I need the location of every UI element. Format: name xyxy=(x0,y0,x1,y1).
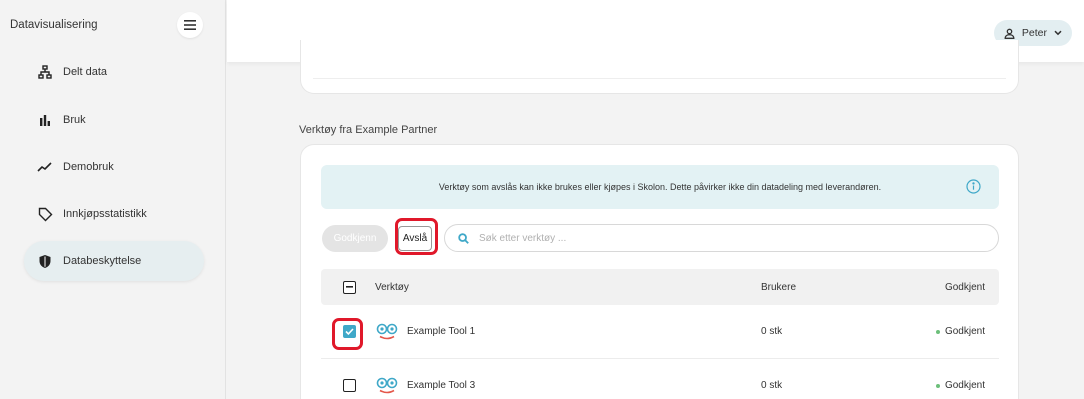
tool-users: 0 stk xyxy=(761,380,783,391)
status-badge: Godkjent xyxy=(935,326,985,337)
bar-chart-icon xyxy=(37,112,53,128)
tool-logo-icon xyxy=(376,377,398,393)
sitemap-icon xyxy=(37,64,53,80)
tools-table: Verktøy Brukere Godkjent Example Tool 1 … xyxy=(321,269,999,399)
info-banner-text: Verktøy som avslås kan ikke brukes eller… xyxy=(438,182,882,192)
sidebar-header: Datavisualisering xyxy=(0,0,225,50)
chevron-down-icon xyxy=(1054,30,1062,36)
table-row[interactable]: Example Tool 1 0 stk Godkjent xyxy=(321,305,999,359)
shield-icon xyxy=(37,253,53,269)
tool-name: Example Tool 1 xyxy=(407,326,476,337)
hamburger-icon xyxy=(184,20,196,30)
info-icon[interactable] xyxy=(966,179,981,194)
sidebar: Datavisualisering Delt data Bruk Demobru… xyxy=(0,0,226,399)
sidebar-item-innkjopsstatistikk[interactable]: Innkjøpsstatistikk xyxy=(24,194,204,234)
tools-card: Verktøy som avslås kan ikke brukes eller… xyxy=(300,144,1019,399)
column-header-users: Brukere xyxy=(761,281,797,293)
table-header: Verktøy Brukere Godkjent xyxy=(321,269,999,305)
user-icon xyxy=(1004,28,1015,39)
search-input[interactable] xyxy=(479,232,959,244)
status-dot xyxy=(935,383,940,388)
sidebar-item-databeskyttelse[interactable]: Databeskyttelse xyxy=(24,241,204,281)
tag-icon xyxy=(37,206,53,222)
sidebar-item-demobruk[interactable]: Demobruk xyxy=(24,147,204,187)
row-checkbox[interactable] xyxy=(343,325,356,338)
info-banner: Verktøy som avslås kan ikke brukes eller… xyxy=(321,165,999,209)
table-row[interactable]: Example Tool 3 0 stk Godkjent xyxy=(321,359,999,399)
sidebar-item-label: Delt data xyxy=(63,66,108,78)
sidebar-item-label: Databeskyttelse xyxy=(63,255,142,267)
tool-name: Example Tool 3 xyxy=(407,380,476,391)
section-title: Verktøy fra Example Partner xyxy=(299,124,438,136)
app-title: Datavisualisering xyxy=(10,19,98,31)
status-dot xyxy=(935,329,940,334)
sidebar-item-bruk[interactable]: Bruk xyxy=(24,100,204,140)
check-icon xyxy=(345,328,354,335)
tool-users: 0 stk xyxy=(761,326,783,337)
trend-line-icon xyxy=(37,159,53,175)
status-badge: Godkjent xyxy=(935,380,985,391)
column-header-approved: Godkjent xyxy=(944,281,985,293)
menu-toggle-button[interactable] xyxy=(177,12,203,38)
sidebar-item-delt-data[interactable]: Delt data xyxy=(24,52,204,92)
select-all-checkbox[interactable] xyxy=(343,280,356,294)
column-header-tool: Verktøy xyxy=(375,281,409,293)
sidebar-item-label: Bruk xyxy=(63,114,86,126)
tool-logo-icon xyxy=(376,323,398,339)
reject-button[interactable]: Avslå xyxy=(398,226,432,251)
sidebar-item-label: Innkjøpsstatistikk xyxy=(63,208,147,220)
status-text: Godkjent xyxy=(944,380,985,391)
sidebar-item-label: Demobruk xyxy=(63,161,114,173)
previous-section-card xyxy=(300,40,1019,94)
minus-icon xyxy=(346,286,353,288)
status-text: Godkjent xyxy=(944,326,985,337)
divider xyxy=(313,78,1006,79)
approve-button[interactable]: Godkjenn xyxy=(322,225,388,252)
row-checkbox[interactable] xyxy=(343,379,356,392)
search-icon xyxy=(458,232,469,244)
search-field[interactable] xyxy=(444,224,999,252)
user-name: Peter xyxy=(1021,27,1047,39)
